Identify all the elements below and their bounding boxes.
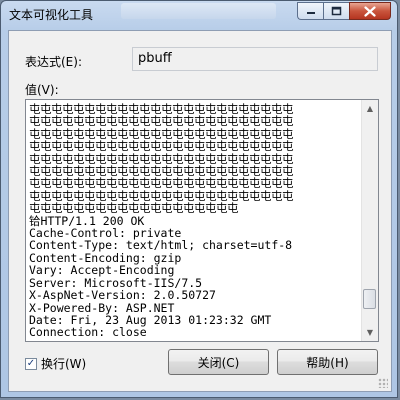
close-button[interactable]: 关闭(C)	[168, 349, 269, 375]
caption-buttons	[297, 2, 391, 20]
close-icon	[364, 5, 376, 17]
scroll-down-arrow-icon[interactable]: ▼	[362, 324, 378, 341]
value-text-line: Connection: close	[29, 325, 147, 339]
scroll-up-arrow-icon[interactable]: ▲	[362, 100, 378, 117]
text-visualizer-window: 文本可视化工具 表达式(E): pbuff 值(V): 屯屯屯屯屯屯屯屯屯屯屯屯…	[0, 0, 398, 398]
maximize-icon	[331, 6, 342, 16]
value-text-line: Content-Type: text/html; charset=utf-8	[29, 238, 293, 253]
resize-grip[interactable]	[378, 378, 388, 388]
expression-field[interactable]: pbuff	[132, 47, 378, 71]
wrap-label[interactable]: 换行(W)	[41, 355, 86, 372]
check-mark-icon: ✓	[26, 357, 36, 369]
expression-label: 表达式(E):	[25, 55, 82, 69]
wrap-checkbox-group[interactable]: ✓ 换行(W)	[25, 355, 86, 372]
title-bar[interactable]: 文本可视化工具	[1, 1, 397, 27]
wrap-checkbox[interactable]: ✓	[25, 357, 37, 370]
help-button[interactable]: 帮助(H)	[277, 349, 378, 375]
minimize-icon	[306, 12, 315, 14]
value-label: 值(V):	[25, 83, 59, 97]
value-text-area[interactable]: 屯屯屯屯屯屯屯屯屯屯屯屯屯屯屯屯屯屯屯屯屯屯屯屯 屯屯屯屯屯屯屯屯屯屯屯屯屯屯屯屯…	[25, 99, 379, 342]
scrollbar-thumb[interactable]	[363, 289, 376, 309]
window-title: 文本可视化工具	[9, 8, 94, 22]
value-text-line: 屯屯屯屯屯屯屯屯屯屯屯屯屯屯屯屯屯屯屯屯屯屯屯屯	[29, 176, 294, 191]
vertical-scrollbar[interactable]: ▲ ▼	[361, 100, 378, 341]
dialog-client-area: 表达式(E): pbuff 值(V): 屯屯屯屯屯屯屯屯屯屯屯屯屯屯屯屯屯屯屯屯…	[8, 30, 392, 392]
value-text-line: Vary: Accept-Encoding	[29, 263, 175, 278]
value-text: 屯屯屯屯屯屯屯屯屯屯屯屯屯屯屯屯屯屯屯屯屯屯屯屯 屯屯屯屯屯屯屯屯屯屯屯屯屯屯屯屯…	[29, 103, 359, 339]
value-text-line: 屯屯屯屯屯屯屯屯屯屯屯屯屯屯屯屯屯屯屯 铪	[29, 201, 359, 216]
value-text-line: X-AspNet-Version: 2.0.50727	[29, 288, 216, 303]
maximize-button[interactable]	[323, 2, 349, 20]
value-text-line: 屯屯屯屯屯屯屯屯屯屯屯屯屯屯屯屯屯屯屯屯屯屯屯屯	[29, 114, 294, 129]
value-text-line: 屯屯屯屯屯屯屯屯屯屯屯屯屯屯屯屯屯屯屯屯屯屯屯屯	[29, 139, 294, 154]
minimize-button[interactable]	[297, 2, 323, 20]
close-window-button[interactable]	[349, 2, 391, 20]
title-bar-background	[121, 3, 276, 19]
